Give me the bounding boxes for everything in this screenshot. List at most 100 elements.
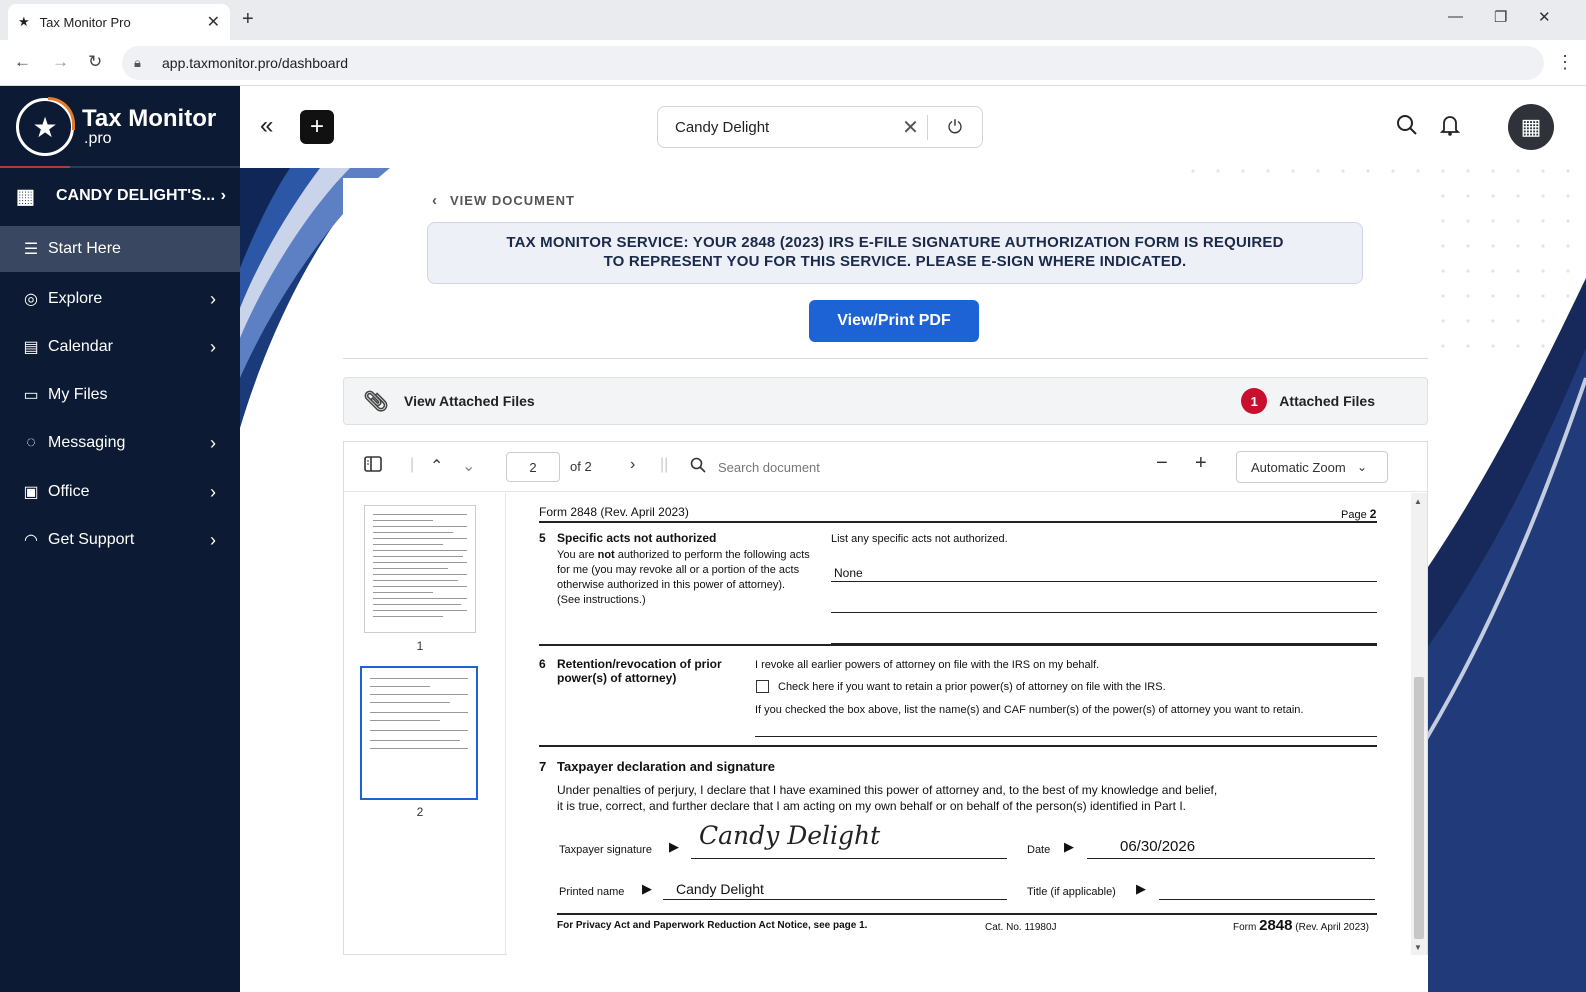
sidebar-item-get-support[interactable]: ◠ Get Support › — [0, 517, 240, 563]
client-selector-value: Candy Delight — [675, 118, 770, 136]
logo[interactable]: ★ Tax Monitor .pro — [16, 97, 216, 156]
s5-text-c: authorized to perform the following acts — [617, 549, 810, 561]
footer-cat-no: Cat. No. 11980J — [985, 922, 1057, 933]
date-label: Date — [1027, 844, 1051, 856]
close-window-icon[interactable]: ✕ — [1538, 8, 1551, 26]
attached-files-label: View Attached Files — [404, 393, 535, 409]
page-number-input[interactable]: 2 — [506, 452, 560, 482]
back-icon[interactable]: ← — [14, 52, 31, 72]
footer-form-rev: (Rev. April 2023) — [1295, 922, 1370, 933]
clear-icon[interactable]: ✕ — [894, 114, 928, 140]
collapse-sidebar-icon[interactable]: « — [260, 112, 273, 140]
back-label: VIEW DOCUMENT — [450, 193, 575, 208]
footer-form-id: Form 2848 (Rev. April 2023) — [1233, 917, 1369, 934]
forward-icon[interactable]: → — [52, 52, 69, 72]
sidebar-item-label: My Files — [48, 386, 108, 403]
sidebar-item-calendar[interactable]: ▤ Calendar › — [0, 324, 240, 370]
attached-files-count-label: Attached Files — [1279, 393, 1375, 409]
minimize-icon[interactable]: — — [1448, 8, 1463, 25]
client-switcher[interactable]: ▦ CANDY DELIGHT'S... › — [16, 182, 226, 210]
avatar[interactable]: ▦ — [1508, 104, 1554, 150]
sidebar-item-office[interactable]: ▣ Office › — [0, 469, 240, 515]
sidebar-item-label: Get Support — [48, 531, 135, 548]
s5-text-b: not — [597, 549, 615, 561]
rule — [539, 521, 1377, 523]
scroll-up-icon[interactable]: ▲ — [1414, 497, 1422, 506]
arrow-right-icon: ▶ — [1064, 839, 1074, 854]
star-favicon-icon: ★ — [18, 14, 30, 29]
view-print-pdf-button[interactable]: View/Print PDF — [809, 300, 979, 342]
date-value[interactable]: 06/30/2026 — [1120, 838, 1195, 855]
restore-icon[interactable]: ❐ — [1494, 8, 1507, 26]
thumbnail-label: 2 — [416, 805, 424, 819]
page-thumbnail-1[interactable] — [364, 505, 476, 633]
section-5-value[interactable]: None — [834, 566, 863, 580]
sidebar-toggle-icon[interactable] — [364, 456, 382, 477]
previous-page-icon[interactable]: ⌃ — [430, 456, 443, 476]
thumbnail-label: 1 — [416, 639, 424, 653]
sidebar-divider — [0, 166, 240, 168]
rule — [691, 858, 1007, 859]
client-selector[interactable]: Candy Delight ✕ ⏻ — [657, 106, 983, 148]
app-header: « + Candy Delight ✕ ⏻ ▦ — [240, 86, 1586, 168]
next-page-icon[interactable]: › — [630, 456, 635, 474]
close-tab-icon[interactable]: ✕ — [207, 12, 220, 32]
search-icon[interactable] — [1396, 114, 1418, 142]
retain-checkbox[interactable] — [756, 680, 769, 693]
title-label: Title (if applicable) — [1027, 886, 1116, 898]
rule — [539, 644, 1377, 646]
attached-count-badge: 1 — [1241, 388, 1268, 414]
browser-tab[interactable]: ★ Tax Monitor Pro ✕ — [8, 4, 230, 40]
sidebar-item-messaging[interactable]: ◌ Messaging › — [0, 420, 240, 466]
zoom-out-icon[interactable]: − — [1156, 452, 1168, 475]
section-6-title-2: power(s) of attorney) — [557, 671, 677, 685]
back-link[interactable]: ‹ VIEW DOCUMENT — [432, 192, 575, 209]
tab-title: Tax Monitor Pro — [39, 14, 131, 30]
thumbnail-panel: 1 2 — [344, 493, 506, 955]
plus-icon: + — [309, 113, 324, 140]
page-thumbnail-2[interactable] — [360, 666, 478, 800]
section-7-body-2: it is true, correct, and further declare… — [557, 799, 1186, 813]
menu-icon: ☰ — [23, 241, 39, 258]
rule — [1087, 858, 1375, 859]
zoom-select[interactable]: Automatic Zoom ⌄ — [1236, 451, 1388, 483]
url-field[interactable]: 🔒︎ app.taxmonitor.pro/dashboard — [122, 46, 1544, 80]
rule — [831, 581, 1377, 582]
sidebar-item-my-files[interactable]: ▭ My Files — [0, 372, 240, 418]
signature-label: Taxpayer signature — [559, 844, 652, 856]
logo-suffix: .pro — [84, 130, 112, 147]
bell-icon[interactable] — [1439, 114, 1461, 142]
attached-files-bar[interactable]: 📎︎ View Attached Files 1 Attached Files — [343, 377, 1428, 425]
section-5-number: 5 — [539, 531, 546, 545]
scrollbar-thumb[interactable] — [1414, 677, 1424, 939]
browser-menu-icon[interactable]: ⋮ — [1556, 52, 1574, 73]
document-panel: ‹ VIEW DOCUMENT TAX MONITOR SERVICE: YOU… — [343, 178, 1428, 992]
form-page: Form 2848 (Rev. April 2023) Page 2 5 Spe… — [507, 493, 1411, 955]
zoom-value: Automatic Zoom — [1251, 459, 1346, 475]
page-total: of 2 — [570, 459, 592, 474]
sidebar-item-explore[interactable]: ◎ Explore › — [0, 276, 240, 322]
toolbar-separator: | — [410, 456, 415, 473]
search-document-input[interactable]: Search document — [690, 457, 820, 478]
section-7-number: 7 — [539, 759, 547, 774]
chevron-down-icon: ⌄ — [1357, 460, 1368, 474]
section-6-line-3: If you checked the box above, list the n… — [755, 704, 1304, 716]
zoom-in-icon[interactable]: + — [1195, 452, 1207, 475]
toolbar-separator: || — [660, 456, 669, 473]
power-icon[interactable]: ⏻ — [928, 117, 982, 138]
printed-name-value[interactable]: Candy Delight — [676, 881, 764, 897]
title-field[interactable] — [1159, 899, 1375, 900]
add-button[interactable]: + — [300, 110, 334, 144]
sidebar-item-start-here[interactable]: ☰ Start Here — [0, 226, 240, 272]
chevron-right-icon: › — [210, 432, 216, 453]
section-5-body-2: for me (you may revoke all or a portion … — [557, 564, 800, 576]
sidebar-item-label: Explore — [48, 290, 103, 307]
lock-icon: 🔒︎ — [134, 55, 141, 70]
next-page-down-icon[interactable]: ⌄ — [462, 456, 475, 476]
reload-icon[interactable]: ↻ — [88, 52, 102, 72]
pdf-scrollbar[interactable]: ▲ ▼ — [1411, 493, 1427, 955]
new-tab-icon[interactable]: + — [242, 8, 254, 31]
taxpayer-signature[interactable]: Candy Delight — [699, 821, 880, 850]
scroll-down-icon[interactable]: ▼ — [1414, 943, 1422, 952]
notice-line-1: TAX MONITOR SERVICE: YOUR 2848 (2023) IR… — [506, 234, 1284, 252]
